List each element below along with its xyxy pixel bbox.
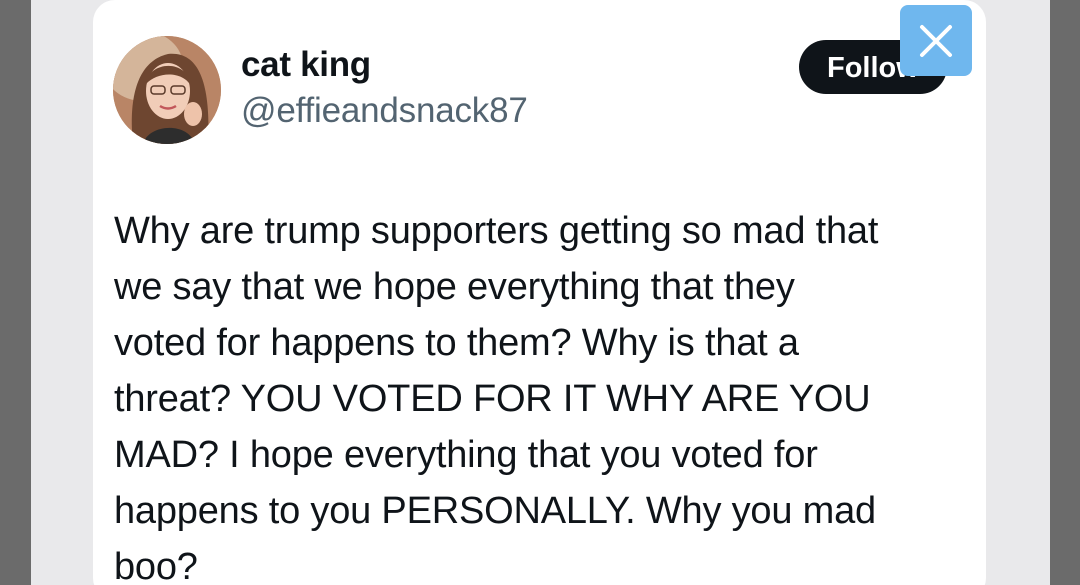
post-text-line: voted for happens to them? Why is that a: [114, 322, 799, 364]
post-text: Why are trump supporters getting so mad …: [114, 203, 974, 585]
post-text-line: we say that we hope everything that they: [114, 266, 795, 308]
post-text-line: Why are trump supporters getting so mad …: [114, 210, 879, 252]
avatar[interactable]: [113, 36, 221, 144]
post-text-line: threat? YOU VOTED FOR IT WHY ARE YOU: [114, 378, 871, 420]
display-name[interactable]: cat king: [241, 45, 371, 85]
post-text-line: happens to you PERSONALLY. Why you mad: [114, 490, 876, 532]
post-text-line: boo?: [114, 546, 198, 585]
close-button[interactable]: [900, 5, 972, 76]
profile-photo-icon: [113, 36, 221, 144]
post-text-line: MAD? I hope everything that you voted fo…: [114, 434, 818, 476]
user-handle[interactable]: @effieandsnack87: [241, 91, 528, 131]
close-icon: [920, 24, 952, 57]
